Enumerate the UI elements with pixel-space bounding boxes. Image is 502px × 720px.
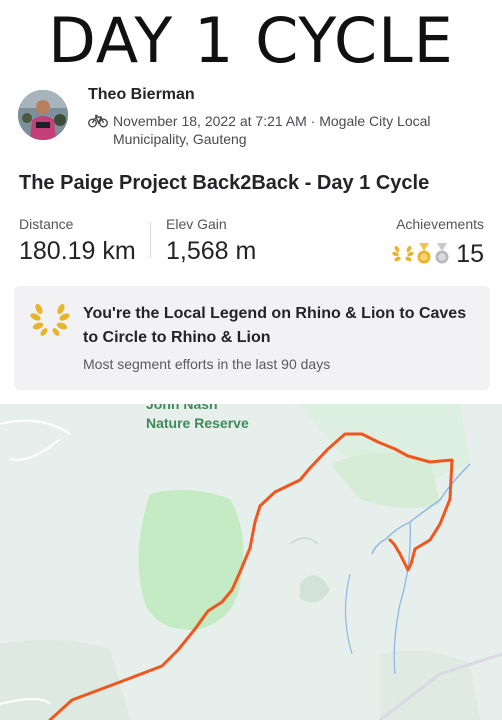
map-label-lower: Nature Reserve — [146, 415, 249, 431]
athlete-header: Theo Bierman November 18, 2022 at 7:21 A… — [18, 86, 488, 150]
activity-title[interactable]: The Paige Project Back2Back - Day 1 Cycl… — [19, 172, 429, 195]
activity-meta: November 18, 2022 at 7:21 AM · Mogale Ci… — [88, 112, 488, 148]
avatar-photo — [18, 90, 68, 140]
map-label-upper: John Nash — [146, 404, 218, 412]
bicycle-icon — [88, 114, 108, 128]
athlete-name[interactable]: Theo Bierman — [88, 86, 195, 104]
stat-value: 180.19 km — [19, 237, 136, 265]
stat-distance: Distance 180.19 km — [19, 216, 136, 266]
gold-medal-icon — [417, 243, 431, 264]
laurel-icon — [392, 245, 414, 262]
silver-medal-icon — [435, 243, 449, 264]
avatar[interactable] — [18, 90, 68, 140]
local-legend-title: You're the Local Legend on Rhino & Lion … — [83, 305, 467, 346]
date-location: November 18, 2022 at 7:21 AM · Mogale Ci… — [113, 113, 431, 147]
route-map[interactable]: John Nash Nature Reserve — [0, 404, 502, 720]
stat-value: 1,568 m — [166, 237, 257, 265]
map-canvas — [0, 404, 502, 720]
stat-divider — [150, 222, 151, 258]
stat-elevation: Elev Gain 1,568 m — [166, 216, 256, 266]
stat-label: Elev Gain — [166, 216, 227, 232]
banner-title: DAY 1 CYCLE — [48, 4, 454, 77]
achievements-count: 15 — [456, 239, 484, 268]
local-legend-card[interactable]: You're the Local Legend on Rhino & Lion … — [14, 286, 490, 390]
stat-label: Distance — [19, 216, 74, 232]
laurel-icon — [30, 303, 70, 336]
achievements-label: Achievements — [396, 216, 484, 232]
achievements[interactable]: 15 — [392, 240, 484, 268]
local-legend-subtitle: Most segment efforts in the last 90 days — [83, 356, 331, 372]
